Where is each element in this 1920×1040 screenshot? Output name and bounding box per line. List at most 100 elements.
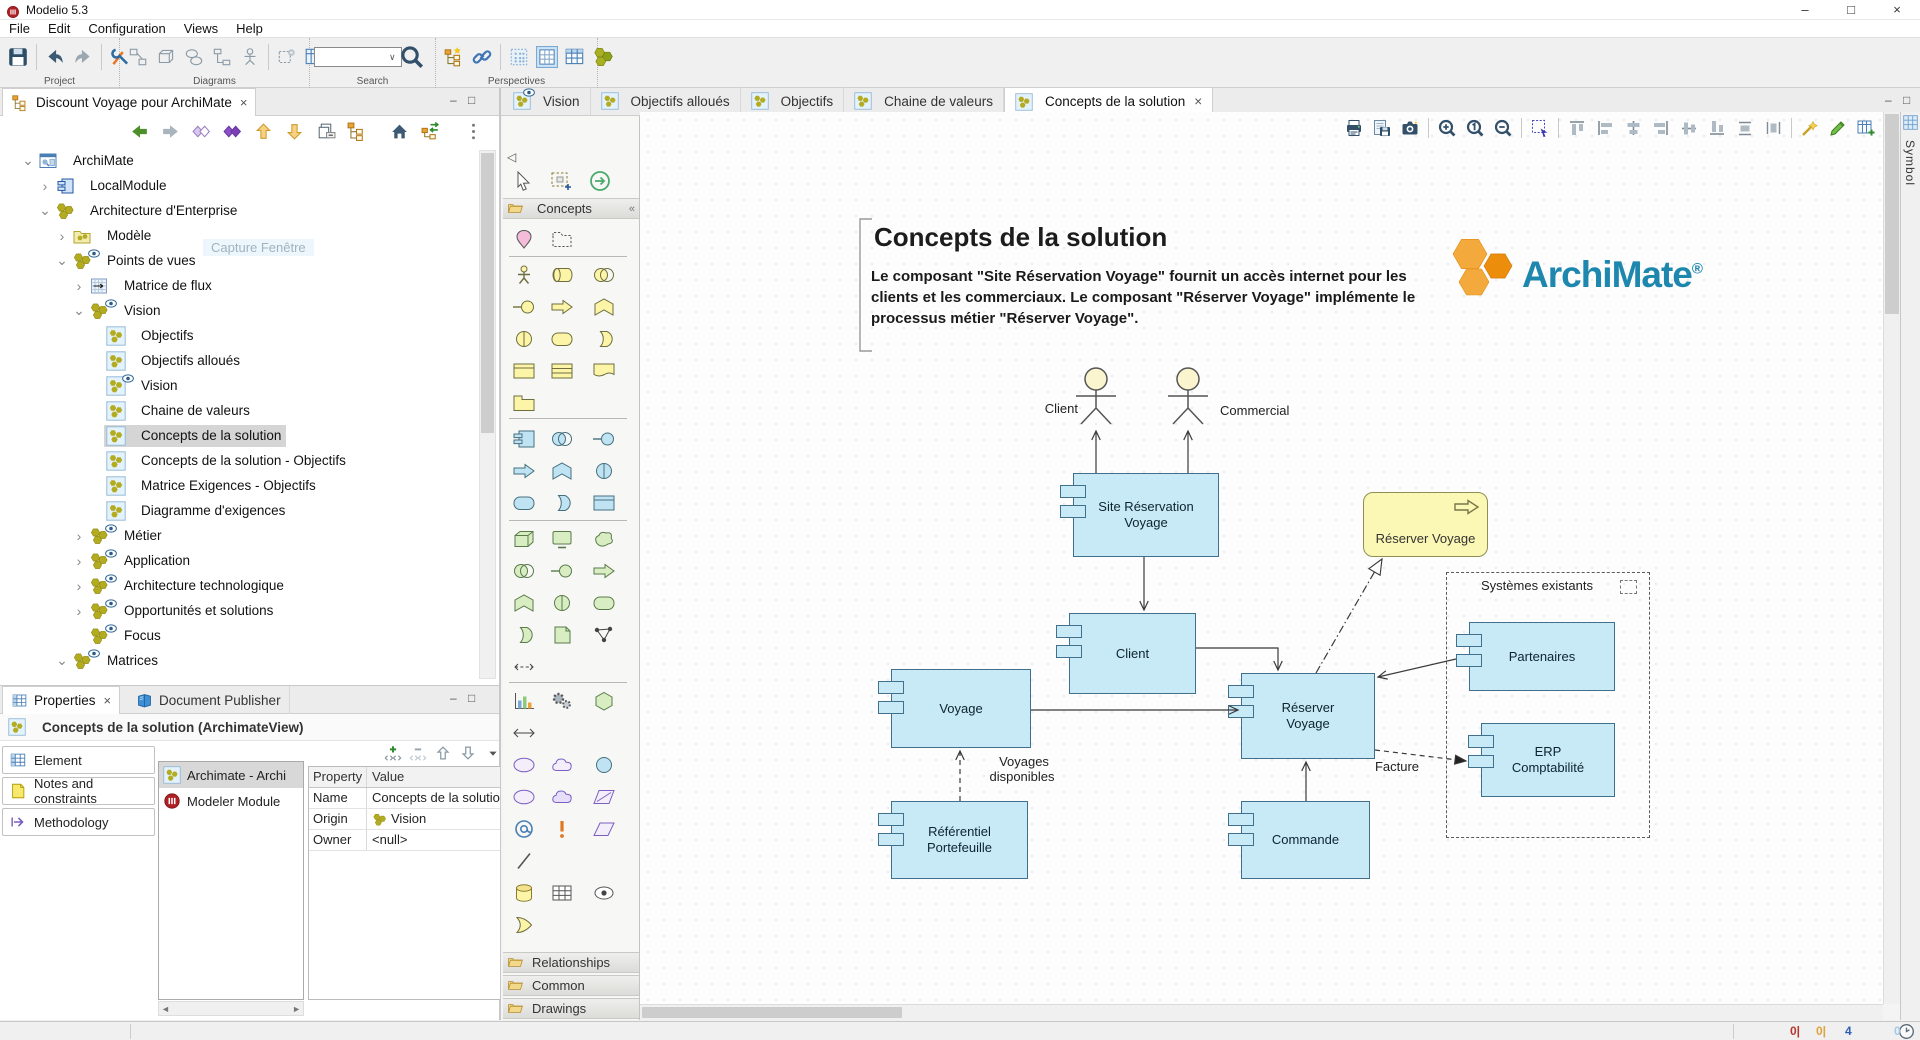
dgray4-icon[interactable] bbox=[211, 46, 233, 68]
palette-tool-doc[interactable] bbox=[547, 622, 577, 648]
diam2-icon[interactable] bbox=[222, 121, 243, 142]
palette-tool-chevron[interactable] bbox=[547, 458, 577, 484]
tree-expander-icon[interactable]: › bbox=[71, 603, 87, 619]
tree-expander-icon[interactable]: › bbox=[71, 578, 87, 594]
savediag-icon[interactable] bbox=[1364, 118, 1392, 138]
menu-configuration[interactable]: Configuration bbox=[79, 20, 174, 37]
redo-icon[interactable] bbox=[72, 46, 94, 68]
tree-expander-icon[interactable]: › bbox=[71, 278, 87, 294]
palette-tool-hexagon[interactable] bbox=[589, 688, 619, 714]
component-erp[interactable]: ERPComptabilité bbox=[1481, 723, 1615, 797]
editor-tab-close-icon[interactable]: × bbox=[1194, 94, 1202, 109]
alM-icon[interactable] bbox=[1671, 118, 1699, 138]
tree-expander-icon[interactable]: ⌄ bbox=[71, 302, 87, 319]
tab-close-icon[interactable]: × bbox=[104, 693, 112, 708]
vdots-icon[interactable] bbox=[463, 121, 484, 142]
arrowL-icon[interactable] bbox=[129, 121, 150, 142]
arrUp-icon[interactable] bbox=[253, 121, 274, 142]
sameH-icon[interactable] bbox=[1755, 118, 1783, 138]
tree-item-architecture-d-enterprise[interactable]: ⌄Architecture d'Enterprise bbox=[0, 198, 477, 223]
gridhl-icon[interactable] bbox=[536, 46, 558, 68]
alT-icon[interactable] bbox=[1559, 118, 1587, 138]
dno-icon[interactable] bbox=[452, 744, 477, 762]
palette-section-common[interactable]: Common bbox=[503, 975, 639, 996]
module-item-archimate-archi[interactable]: Archimate - Archi bbox=[159, 762, 303, 788]
tree-item-localmodule[interactable]: ›LocalModule bbox=[0, 173, 477, 198]
diagram-canvas[interactable]: Concepts de la solutionLe composant "Sit… bbox=[640, 112, 1883, 1004]
alL-icon[interactable] bbox=[1587, 118, 1615, 138]
z1-icon[interactable] bbox=[1457, 118, 1485, 138]
synctree-icon[interactable] bbox=[420, 121, 441, 142]
tree-item-chaine-de-valeurs[interactable]: Chaine de valeurs bbox=[0, 398, 477, 423]
palette-tool-arrow[interactable] bbox=[509, 458, 539, 484]
tree-expander-icon[interactable]: ⌄ bbox=[20, 152, 36, 169]
plus2-icon[interactable] bbox=[377, 744, 402, 762]
property-row-owner[interactable]: Owner<null> bbox=[309, 830, 502, 851]
section-collapse-icon[interactable]: « bbox=[629, 203, 635, 215]
tree-item-application[interactable]: ›Application bbox=[0, 548, 477, 573]
browser-tab-discount-voyage[interactable]: Discount Voyage pour ArchiMate × bbox=[2, 88, 256, 116]
tree-scrollbar[interactable] bbox=[479, 150, 496, 679]
alC-icon[interactable] bbox=[1615, 118, 1643, 138]
tree-expander-icon[interactable]: ⌄ bbox=[54, 252, 70, 269]
tree-item-vision[interactable]: ⌄Vision bbox=[0, 298, 477, 323]
menu-file[interactable]: File bbox=[0, 20, 39, 37]
palette-tool-lollipop[interactable] bbox=[589, 426, 619, 452]
arrowR-icon[interactable] bbox=[160, 121, 181, 142]
flower-icon[interactable] bbox=[592, 46, 614, 68]
component-reserver[interactable]: RéserverVoyage bbox=[1241, 673, 1375, 759]
palette-collapse-icon[interactable]: ◁ bbox=[507, 150, 516, 164]
greenpen-icon[interactable] bbox=[1820, 118, 1848, 138]
palette-tool-gears[interactable] bbox=[547, 688, 577, 714]
print-icon[interactable] bbox=[1336, 118, 1364, 138]
palette-tool-chevron[interactable] bbox=[589, 294, 619, 320]
dgear-icon[interactable] bbox=[276, 46, 298, 68]
zin-icon[interactable] bbox=[1429, 118, 1457, 138]
search-dropdown-icon[interactable]: ∨ bbox=[389, 52, 396, 63]
palette-tool-rounded[interactable] bbox=[589, 590, 619, 616]
palette-tool-marquee[interactable] bbox=[547, 168, 577, 194]
chain-icon[interactable] bbox=[471, 46, 493, 68]
browser-maximize-icon[interactable]: □ bbox=[468, 93, 475, 107]
palette-tool-component[interactable] bbox=[509, 426, 539, 452]
browser-tab-close-icon[interactable]: × bbox=[240, 95, 248, 110]
palette-tool-banded[interactable] bbox=[509, 358, 539, 384]
palette-tool-oval[interactable] bbox=[509, 784, 539, 810]
side-tab-element[interactable]: Element bbox=[2, 746, 155, 774]
palette-tool-para[interactable] bbox=[589, 816, 619, 842]
drop-icon[interactable] bbox=[477, 744, 502, 762]
home-icon[interactable] bbox=[389, 121, 410, 142]
alR-icon[interactable] bbox=[1643, 118, 1671, 138]
palette-tool-oval[interactable] bbox=[509, 752, 539, 778]
properties-maximize-icon[interactable]: □ bbox=[468, 691, 475, 705]
palette-tool-slash[interactable] bbox=[509, 848, 539, 874]
dgray3-icon[interactable] bbox=[183, 46, 205, 68]
palette-tool-circles[interactable] bbox=[547, 426, 577, 452]
floppy-icon[interactable] bbox=[7, 46, 29, 68]
diam1-icon[interactable] bbox=[191, 121, 212, 142]
palette-tool-cube[interactable] bbox=[509, 526, 539, 552]
palette-tool-cloud2[interactable] bbox=[547, 784, 577, 810]
copy-icon[interactable] bbox=[315, 121, 336, 142]
palette-tool-circles[interactable] bbox=[589, 262, 619, 288]
minus2-icon[interactable] bbox=[402, 744, 427, 762]
palette-tool-arrow[interactable] bbox=[547, 294, 577, 320]
editor-tab-objectifs[interactable]: Objectifs bbox=[741, 87, 845, 115]
window-minimize-button[interactable]: – bbox=[1782, 0, 1828, 20]
tableplus-icon[interactable] bbox=[1848, 118, 1876, 138]
component-site[interactable]: Site RéservationVoyage bbox=[1073, 473, 1219, 557]
undo-icon[interactable] bbox=[44, 46, 66, 68]
zout-icon[interactable] bbox=[1485, 118, 1513, 138]
tree-expander-icon[interactable]: ⌄ bbox=[54, 652, 70, 669]
palette-tool-circles[interactable] bbox=[509, 558, 539, 584]
palette-tool-barrel[interactable] bbox=[509, 880, 539, 906]
actor-client[interactable] bbox=[1068, 350, 1124, 433]
palette-tool-split[interactable] bbox=[509, 326, 539, 352]
tree-item-matrices[interactable]: ⌄Matrices bbox=[0, 648, 477, 673]
tree-item-objectifs[interactable]: Objectifs bbox=[0, 323, 477, 348]
properties-tab-properties[interactable]: Properties× bbox=[2, 686, 120, 714]
palette-tool-arrow[interactable] bbox=[589, 558, 619, 584]
palette-tool-wavy[interactable] bbox=[589, 358, 619, 384]
palette-tool-cloud[interactable] bbox=[547, 752, 577, 778]
value-column-header[interactable]: Value bbox=[367, 767, 502, 787]
